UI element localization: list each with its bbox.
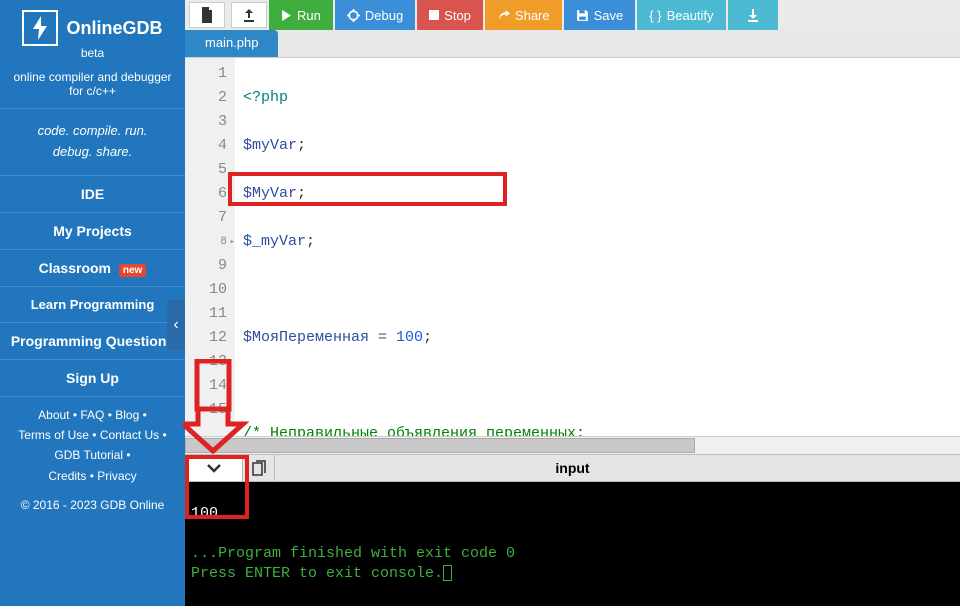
panel-collapse-button[interactable] xyxy=(185,455,243,481)
nav-classroom[interactable]: Classroom new xyxy=(0,250,185,287)
new-badge: new xyxy=(119,264,146,277)
main: ‹ Run Debug Stop Share Save { } xyxy=(185,0,960,606)
nav-learn[interactable]: Learn Programming xyxy=(0,287,185,323)
tab-main[interactable]: main.php xyxy=(185,30,278,57)
copyright: © 2016 - 2023 GDB Online xyxy=(0,494,185,516)
horizontal-scrollbar[interactable] xyxy=(185,436,960,454)
upload-icon xyxy=(242,8,256,22)
share-icon xyxy=(497,9,510,22)
nav-signup[interactable]: Sign Up xyxy=(0,360,185,397)
collapse-sidebar-icon[interactable]: ‹ xyxy=(167,300,185,350)
console[interactable]: 100 ...Program finished with exit code 0… xyxy=(185,482,960,606)
link-tutorial[interactable]: GDB Tutorial xyxy=(54,448,123,462)
gutter: 1 2 3 4 5 6 7 8 9 10 11 12 13 14 15 xyxy=(185,58,235,436)
save-button[interactable]: Save xyxy=(564,0,636,30)
beta-label: beta xyxy=(0,46,185,60)
new-file-button[interactable] xyxy=(189,2,225,28)
braces-icon: { } xyxy=(649,8,661,23)
console-output: 100 xyxy=(191,505,218,522)
play-icon xyxy=(281,10,292,21)
link-terms[interactable]: Terms of Use xyxy=(18,428,89,442)
copy-icon xyxy=(252,460,266,476)
download-icon xyxy=(746,8,760,22)
brand-name: OnlineGDB xyxy=(66,18,162,39)
scrollbar-thumb[interactable] xyxy=(185,438,695,453)
link-about[interactable]: About xyxy=(38,408,69,422)
nav-questions[interactable]: Programming Questions xyxy=(0,323,185,360)
logo-icon xyxy=(22,10,58,46)
logo-row: OnlineGDB xyxy=(0,0,185,48)
save-icon xyxy=(576,9,589,22)
tab-bar: main.php xyxy=(185,30,960,58)
tagline: online compiler and debugger for c/c++ xyxy=(0,66,185,109)
link-contact[interactable]: Contact Us xyxy=(100,428,159,442)
link-credits[interactable]: Credits xyxy=(48,469,86,483)
share-button[interactable]: Share xyxy=(485,0,562,30)
chevron-down-icon xyxy=(206,463,222,473)
debug-button[interactable]: Debug xyxy=(335,0,415,30)
bug-icon xyxy=(347,9,360,22)
stop-button[interactable]: Stop xyxy=(417,0,483,30)
link-blog[interactable]: Blog xyxy=(115,408,139,422)
sidebar: OnlineGDB beta online compiler and debug… xyxy=(0,0,185,606)
panel-header: input xyxy=(185,454,960,482)
file-icon xyxy=(200,7,214,23)
cursor-icon xyxy=(443,565,452,581)
slogan: code. compile. run. debug. share. xyxy=(0,109,185,176)
code-area[interactable]: <?php $myVar; $MyVar; $_myVar; $МояПерем… xyxy=(235,58,960,436)
stop-icon xyxy=(429,10,439,20)
beautify-button[interactable]: { } Beautify xyxy=(637,0,725,30)
run-button[interactable]: Run xyxy=(269,0,333,30)
panel-copy-button[interactable] xyxy=(243,455,275,481)
nav-projects[interactable]: My Projects xyxy=(0,213,185,250)
panel-input-label: input xyxy=(555,460,589,476)
nav-ide[interactable]: IDE xyxy=(0,176,185,213)
toolbar: Run Debug Stop Share Save { } Beautify xyxy=(185,0,960,30)
link-faq[interactable]: FAQ xyxy=(80,408,104,422)
code-editor[interactable]: 1 2 3 4 5 6 7 8 9 10 11 12 13 14 15 <?ph… xyxy=(185,58,960,436)
upload-button[interactable] xyxy=(231,2,267,28)
link-privacy[interactable]: Privacy xyxy=(97,469,136,483)
footer-links: About • FAQ • Blog • Terms of Use • Cont… xyxy=(0,397,185,495)
download-button[interactable] xyxy=(728,0,778,30)
